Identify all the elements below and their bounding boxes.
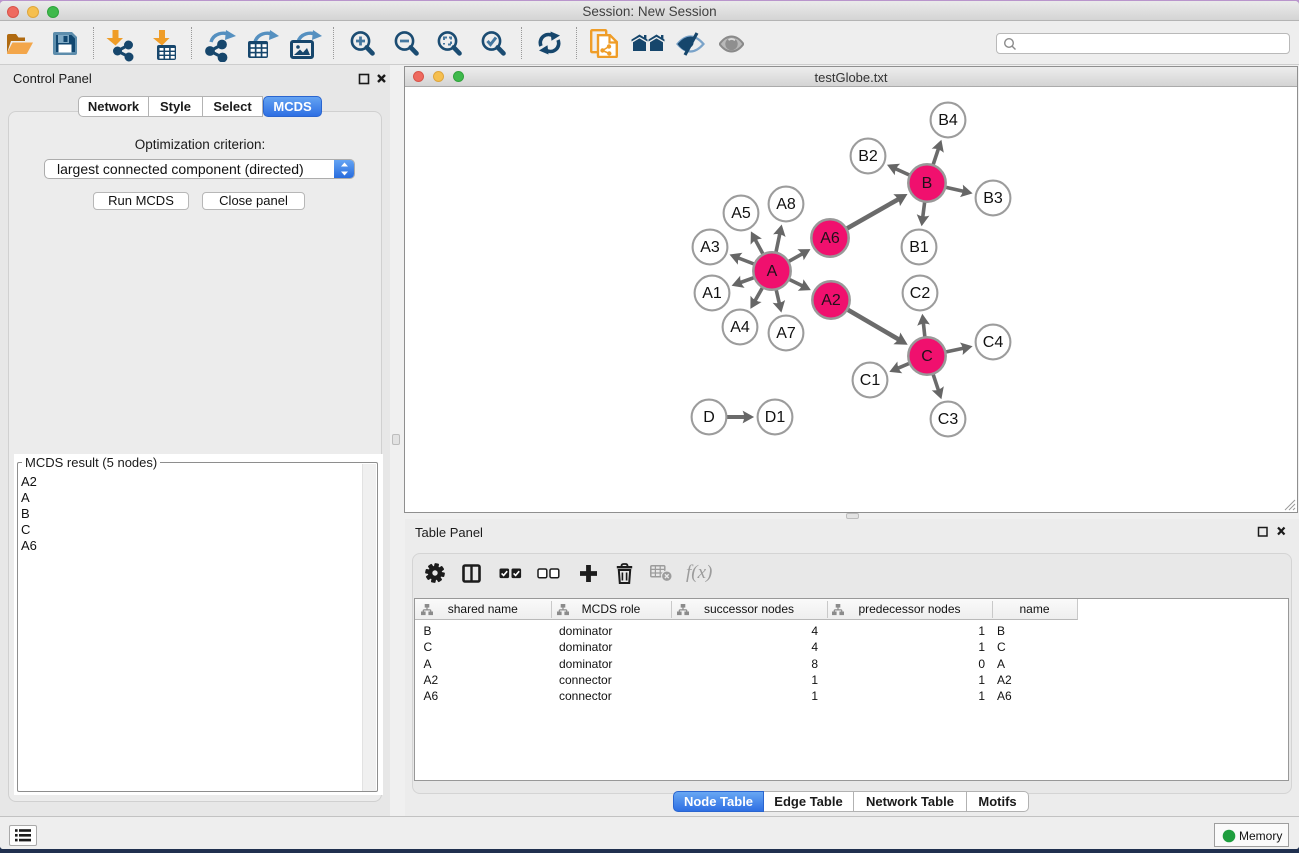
svg-text:C3: C3 [938,411,959,428]
svg-text:B3: B3 [983,190,1003,207]
svg-text:A4: A4 [730,319,750,336]
svg-text:A3: A3 [700,239,720,256]
svg-text:C2: C2 [910,285,931,302]
svg-text:D: D [703,409,715,426]
svg-text:A8: A8 [776,196,796,213]
svg-text:A2: A2 [821,292,841,309]
svg-text:A6: A6 [820,230,840,247]
svg-text:A7: A7 [776,325,796,342]
svg-text:C: C [921,348,933,365]
svg-text:C1: C1 [860,372,881,389]
svg-text:A1: A1 [702,285,722,302]
svg-text:A: A [767,263,778,280]
svg-text:A5: A5 [731,205,751,222]
svg-text:B4: B4 [938,112,958,129]
svg-text:B: B [922,175,933,192]
svg-text:B2: B2 [858,148,878,165]
svg-text:C4: C4 [983,334,1004,351]
svg-text:D1: D1 [765,409,786,426]
svg-text:B1: B1 [909,239,929,256]
